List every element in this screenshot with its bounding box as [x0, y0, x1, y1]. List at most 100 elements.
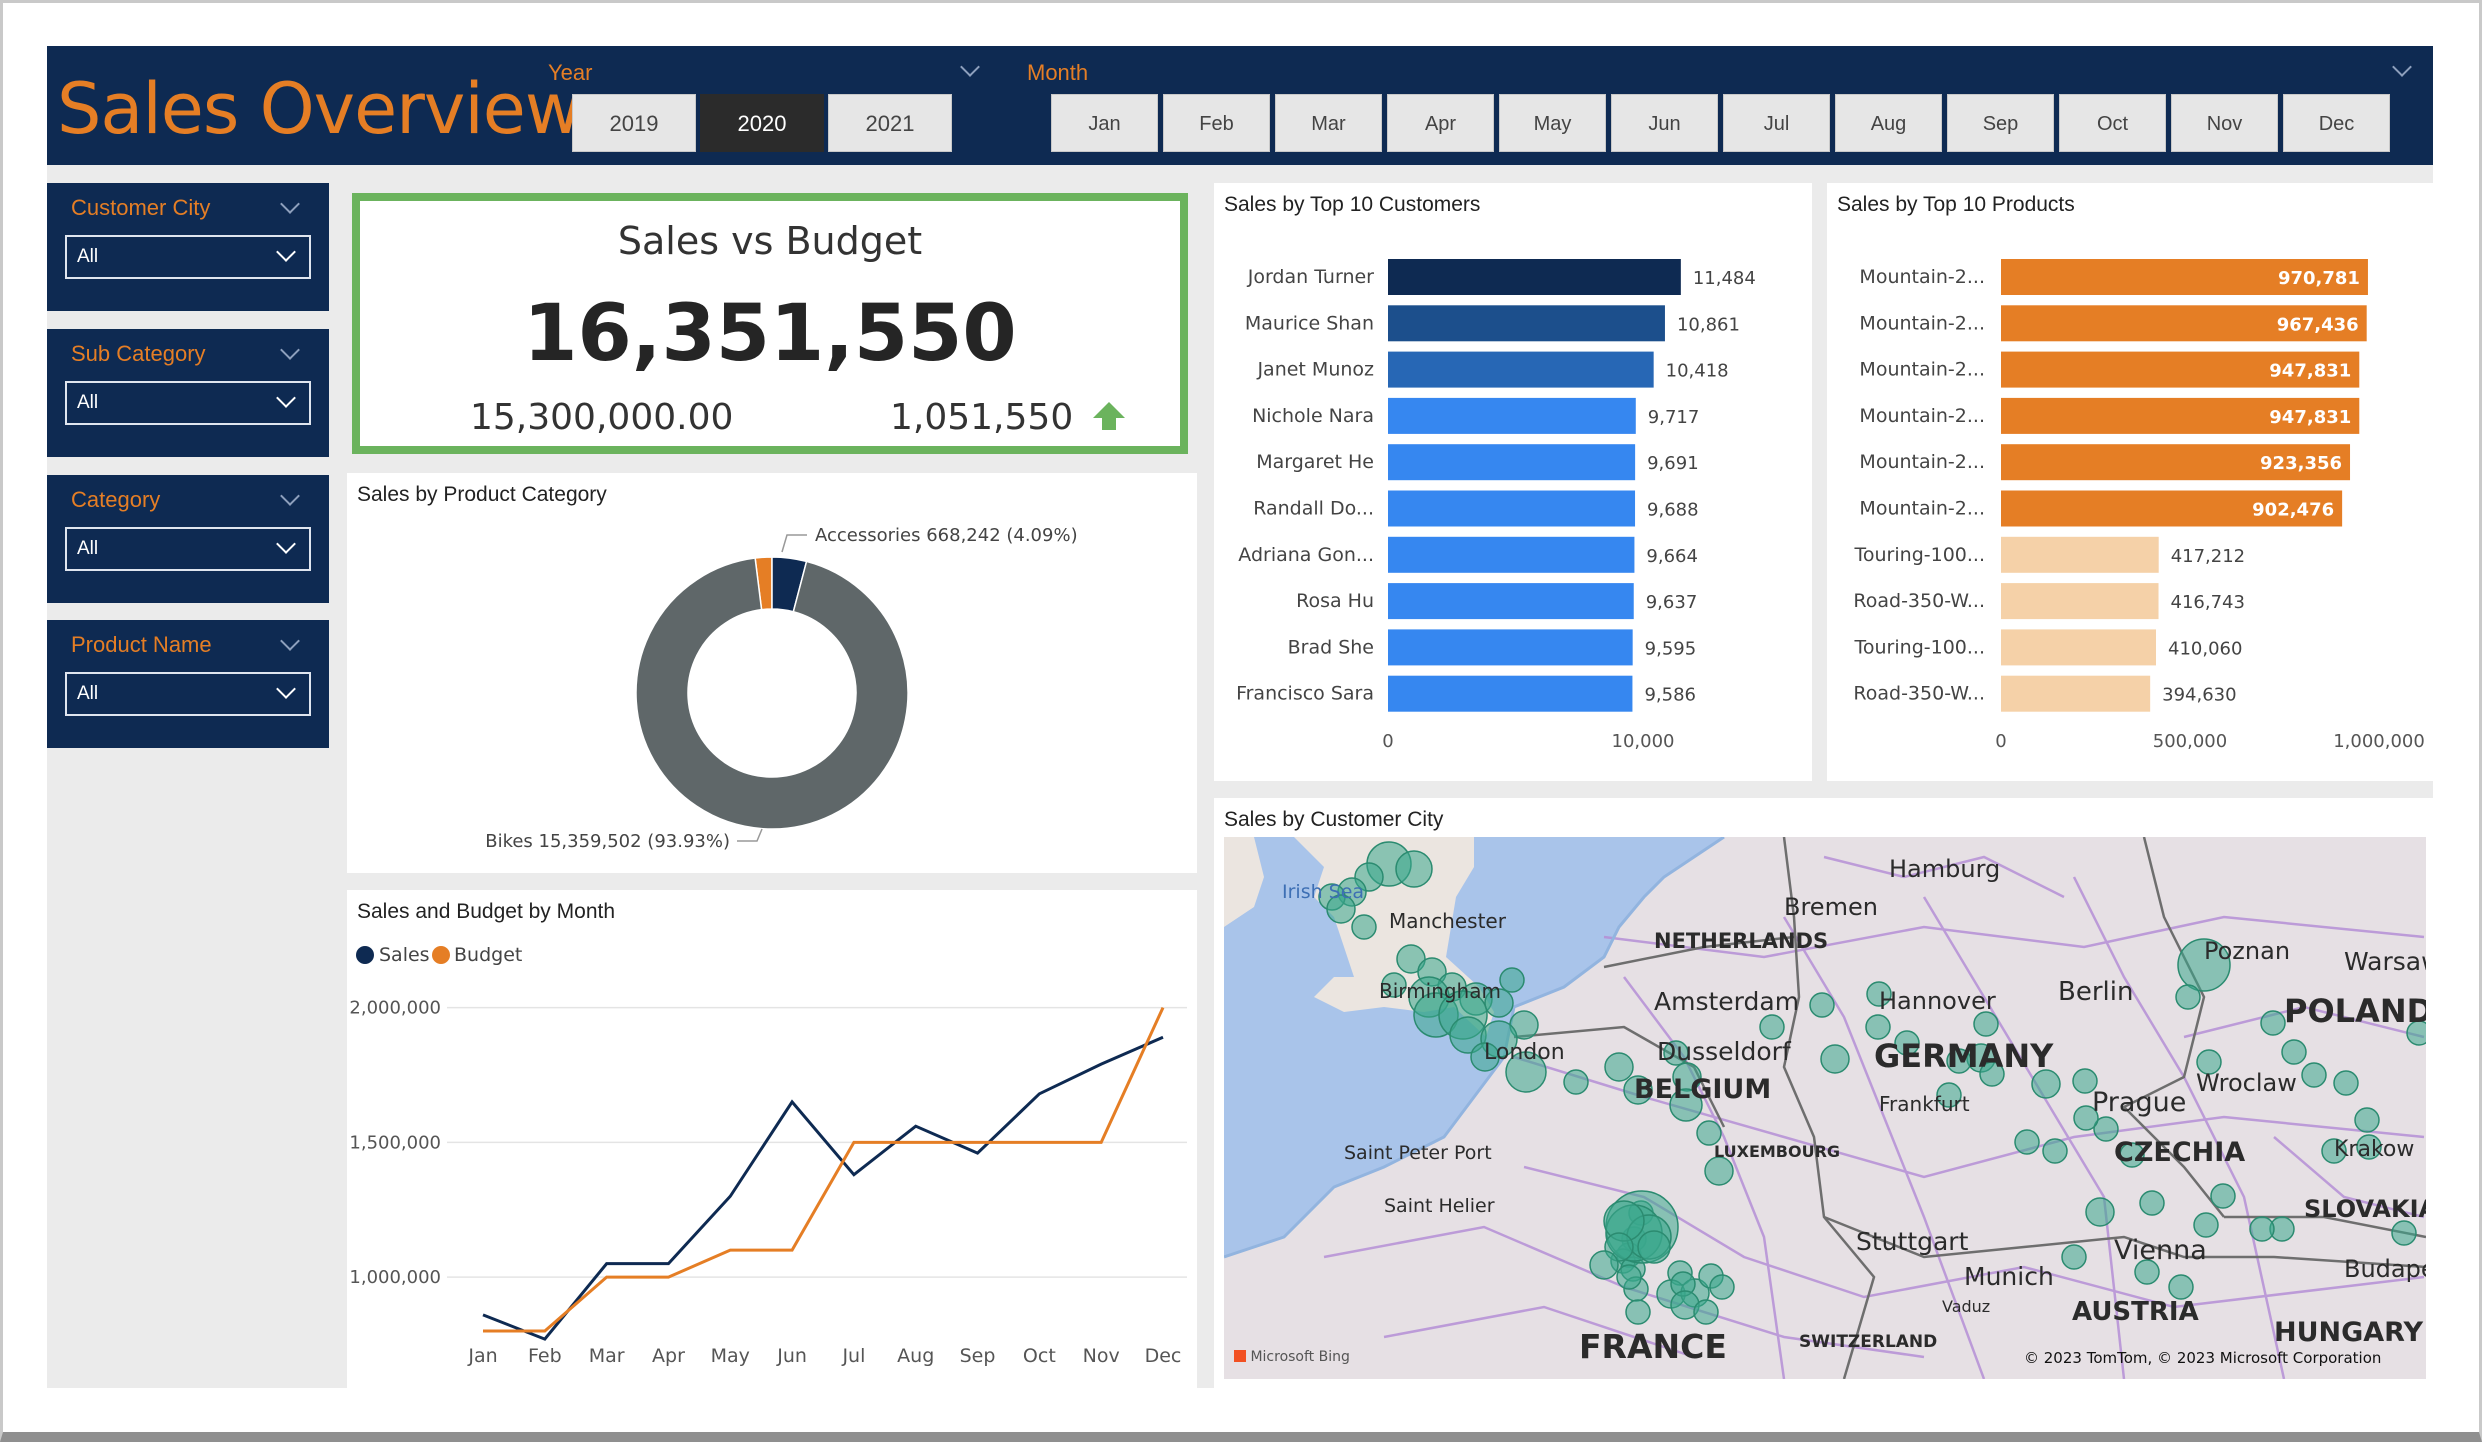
filter-sub-category: Sub Category All — [47, 329, 329, 457]
month-button-oct[interactable]: Oct — [2059, 94, 2166, 152]
filter-label: Customer City — [71, 195, 211, 220]
dropdown-value: All — [77, 538, 99, 559]
year-chevron-down-icon[interactable] — [960, 57, 980, 77]
products-bar-chart[interactable]: Mountain-2... 970,781 Mountain-2... 967,436… — [1827, 183, 2433, 781]
bar-value-label: 9,691 — [1647, 453, 1699, 474]
map-label: Stuttgart — [1856, 1227, 1969, 1256]
year-button-2021[interactable]: 2021 — [828, 94, 952, 152]
bar — [1388, 629, 1633, 666]
page-title: Sales Overview — [57, 68, 582, 150]
bar-category-label: Rosa Hu — [1296, 590, 1374, 612]
y-tick-label: 1,000,000 — [349, 1267, 441, 1288]
chevron-down-icon[interactable] — [280, 340, 300, 360]
month-button-sep[interactable]: Sep — [1947, 94, 2054, 152]
dropdown-value: All — [77, 246, 99, 267]
filter-label: Product Name — [71, 632, 212, 657]
month-button-apr[interactable]: Apr — [1387, 94, 1494, 152]
bar — [1388, 305, 1665, 342]
header-bar: Sales Overview Year 2019 2020 2021 Month… — [47, 46, 2433, 165]
bar — [1388, 536, 1635, 573]
map-label: Krakow — [2334, 1137, 2415, 1162]
city-bubble — [2391, 1220, 2417, 1246]
map-label: Manchester — [1389, 909, 1506, 933]
bar-category-label: Mountain-2... — [1859, 359, 1985, 381]
month-button-feb[interactable]: Feb — [1163, 94, 1270, 152]
filter-label: Category — [71, 487, 161, 512]
chevron-down-icon[interactable] — [280, 194, 300, 214]
map-label: Amsterdam — [1654, 987, 1800, 1016]
map-label: Warsaw — [2344, 947, 2426, 976]
city-bubble — [2210, 1183, 2236, 1209]
map-label: GERMANY — [1874, 1037, 2054, 1075]
map-label: Frankfurt — [1879, 1092, 1970, 1116]
x-tick-label: Mar — [589, 1345, 625, 1367]
bar — [2001, 675, 2151, 712]
city-map[interactable]: Irish Sea Hamburg Bremen NETHERLANDS Ams… — [1224, 837, 2426, 1379]
month-button-dec[interactable]: Dec — [2283, 94, 2390, 152]
arrow-up-icon — [1092, 402, 1125, 430]
bar — [1388, 490, 1636, 527]
bar-category-label: Jordan Turner — [1247, 266, 1374, 288]
category-dropdown[interactable]: All — [65, 527, 311, 571]
city-bubble — [1499, 967, 1525, 993]
year-button-2019[interactable]: 2019 — [572, 94, 696, 152]
city-bubble — [1809, 992, 1835, 1018]
chevron-down-icon[interactable] — [280, 631, 300, 651]
products-bar-panel: Sales by Top 10 Products Mountain-2... 97… — [1827, 183, 2433, 781]
bar — [1388, 259, 1681, 295]
donut-chart[interactable]: Accessories 668,242 (4.09%) Bikes 15,359,… — [347, 473, 1197, 873]
city-bubble — [1820, 1044, 1850, 1074]
dropdown-value: All — [77, 392, 99, 413]
map-label: POLAND — [2284, 992, 2426, 1030]
chevron-down-icon[interactable] — [280, 486, 300, 506]
map-label: Berlin — [2058, 977, 2134, 1007]
filter-label: Sub Category — [71, 341, 206, 366]
customer-city-dropdown[interactable]: All — [65, 235, 311, 279]
map-attribution: © 2023 TomTom, © 2023 Microsoft Corporat… — [2024, 1349, 2382, 1367]
month-button-nov[interactable]: Nov — [2171, 94, 2278, 152]
bar-value-label: 416,743 — [2171, 592, 2245, 613]
bar-category-label: Mountain-2... — [1859, 451, 1985, 473]
city-bubble — [2281, 1039, 2307, 1065]
kpi-title: Sales vs Budget — [617, 219, 923, 263]
map-label: AUSTRIA — [2072, 1297, 2199, 1327]
bar-category-label: Mountain-2... — [1859, 266, 1985, 288]
bar-category-label: Nichole Nara — [1252, 405, 1374, 427]
filter-customer-city: Customer City All — [47, 183, 329, 311]
donut-label-accessories: Accessories 668,242 (4.09%) — [815, 525, 1078, 546]
month-button-jul[interactable]: Jul — [1723, 94, 1830, 152]
x-tick-label: Feb — [528, 1345, 562, 1367]
sales-vs-budget-card[interactable]: Sales vs Budget 16,351,550 15,300,000.00… — [352, 193, 1188, 454]
month-chevron-down-icon[interactable] — [2392, 57, 2412, 77]
bar-value-label: 10,861 — [1677, 314, 1740, 335]
bar-value-label: 947,831 — [2269, 361, 2351, 382]
city-bubble — [1563, 1069, 1589, 1095]
map-label: Munich — [1964, 1262, 2054, 1291]
city-bubble — [1589, 1250, 1619, 1280]
map-label: Budapest — [2344, 1255, 2426, 1283]
sub-category-dropdown[interactable]: All — [65, 381, 311, 425]
city-bubble — [2061, 1244, 2087, 1270]
month-button-aug[interactable]: Aug — [1835, 94, 1942, 152]
bar-value-label: 9,688 — [1647, 500, 1699, 521]
month-button-mar[interactable]: Mar — [1275, 94, 1382, 152]
customers-bar-chart[interactable]: Jordan Turner 11,484 Maurice Shan 10,861 Jan… — [1214, 183, 1812, 781]
map-label: Bremen — [1784, 893, 1878, 921]
city-bubble — [1604, 1052, 1634, 1082]
x-tick-label: 0 — [1995, 731, 2006, 752]
year-button-2020[interactable]: 2020 — [700, 94, 824, 152]
filter-product-name: Product Name All — [47, 620, 329, 748]
map-label: Wroclaw — [2196, 1069, 2297, 1097]
bar-value-label: 11,484 — [1693, 268, 1756, 289]
month-slicer-label: Month — [1027, 60, 1089, 85]
x-tick-label: Sep — [960, 1345, 996, 1367]
line-chart[interactable]: Sales Budget 1,000,000 1,500,000 2,000,000 Ja… — [347, 890, 1197, 1388]
month-button-jun[interactable]: Jun — [1611, 94, 1718, 152]
month-button-may[interactable]: May — [1499, 94, 1606, 152]
month-button-jan[interactable]: Jan — [1051, 94, 1158, 152]
city-bubble — [2354, 1107, 2380, 1133]
product-name-dropdown[interactable]: All — [65, 672, 311, 716]
kpi-difference: 1,051,550 — [890, 397, 1127, 438]
bar-category-label: Maurice Shan — [1245, 312, 1374, 334]
chevron-down-icon — [276, 388, 296, 408]
